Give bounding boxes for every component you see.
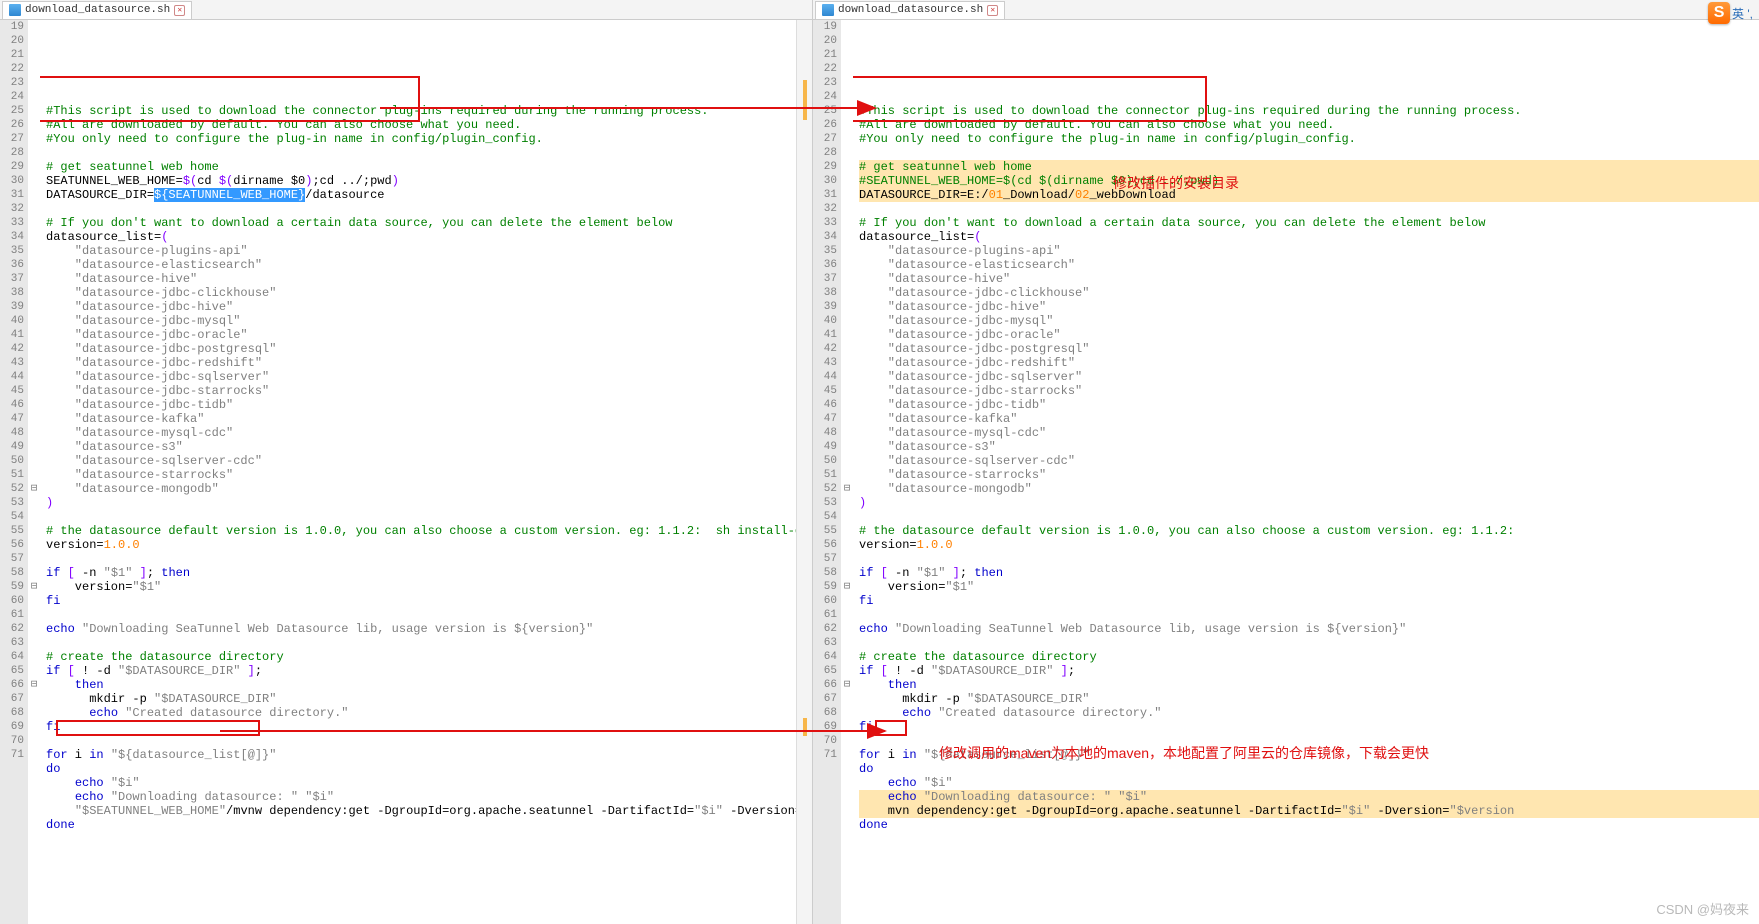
right-tab-bar: download_datasource.sh ✕ [813,0,1759,20]
right-editor-pane: download_datasource.sh ✕ 192021222324252… [813,0,1759,924]
watermark: CSDN @妈夜来 [1656,899,1749,918]
left-tab-bar: download_datasource.sh ✕ [0,0,812,20]
left-editor-pane: download_datasource.sh ✕ 192021222324252… [0,0,813,924]
tab-label: download_datasource.sh [25,4,170,16]
left-code-body[interactable]: #This script is used to download the con… [40,20,812,924]
close-icon[interactable]: ✕ [174,5,185,16]
ime-icon: S [1708,2,1730,24]
file-icon [9,4,21,16]
tab-left-file[interactable]: download_datasource.sh ✕ [2,1,192,19]
right-code-area[interactable]: 1920212223242526272829303132333435363738… [813,20,1759,924]
annotation-text-1: 修改插件的安装目录 [1113,176,1239,190]
left-fold-column[interactable]: ⊟⊟⊟ [28,20,40,924]
left-scrollbar[interactable] [796,20,812,924]
close-icon[interactable]: ✕ [987,5,998,16]
right-fold-column[interactable]: ⊟⊟⊟ [841,20,853,924]
file-icon [822,4,834,16]
right-line-numbers: 1920212223242526272829303132333435363738… [813,20,841,924]
diff-marker [803,718,807,736]
tab-right-file[interactable]: download_datasource.sh ✕ [815,1,1005,19]
annotation-text-2: 修改调用的maven为本地的maven，本地配置了阿里云的仓库镜像，下载会更快 [939,746,1429,760]
tab-label: download_datasource.sh [838,4,983,16]
right-code-body[interactable]: 修改插件的安装目录 修改调用的maven为本地的maven，本地配置了阿里云的仓… [853,20,1759,924]
left-line-numbers: 1920212223242526272829303132333435363738… [0,20,28,924]
ime-indicator[interactable]: S 英 ', [1708,2,1753,24]
left-code-area[interactable]: 1920212223242526272829303132333435363738… [0,20,812,924]
ime-lang-label: 英 ', [1732,5,1753,22]
diff-marker [803,80,807,120]
